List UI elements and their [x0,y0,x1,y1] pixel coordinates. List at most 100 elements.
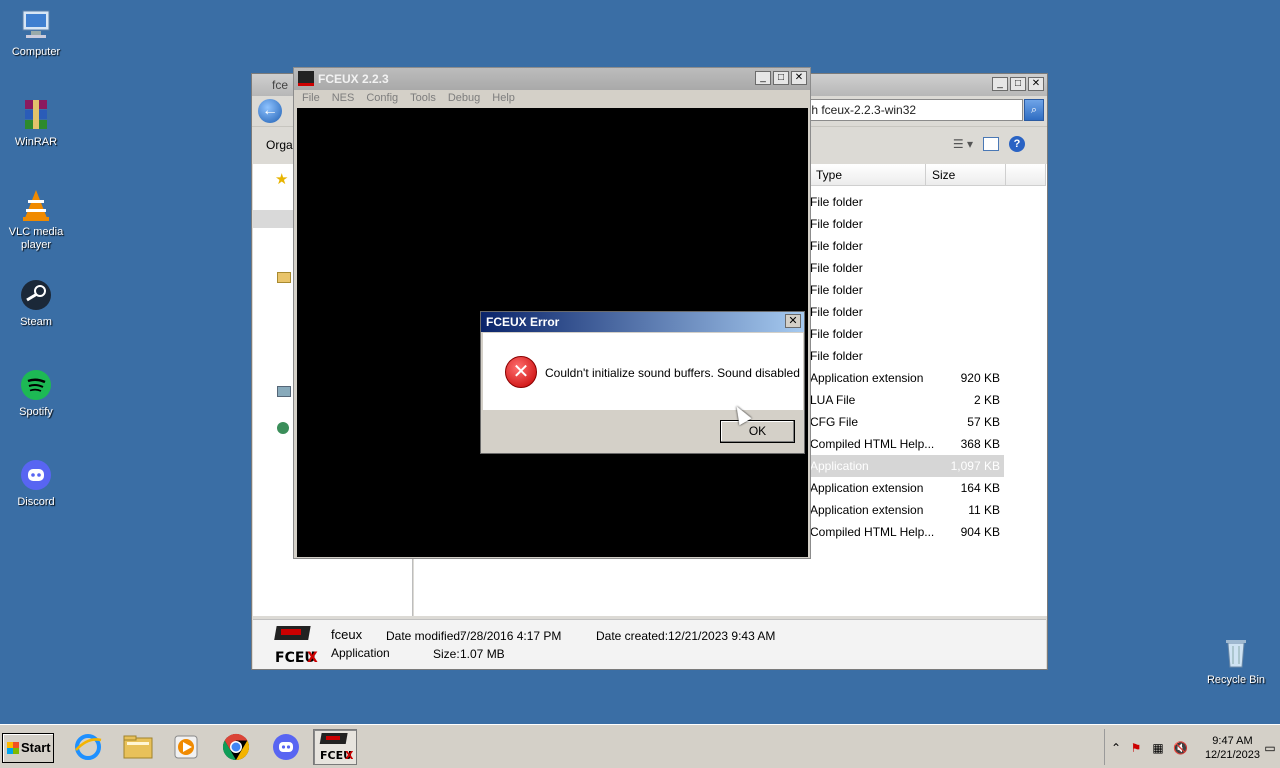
show-desktop-icon[interactable]: ▭ [1263,741,1277,755]
table-row[interactable]: File folder [810,213,1004,235]
dialog-body: ✕ Couldn't initialize sound buffers. Sou… [483,333,803,410]
fceux-title-icon [298,71,314,86]
error-dialog[interactable]: FCEUX Error ✕ ✕ Couldn't initialize soun… [480,311,805,454]
table-row[interactable]: LUA File 2 KB [810,389,1004,411]
close-button[interactable]: ✕ [791,71,807,85]
start-label: Start [21,740,51,755]
table-row[interactable]: File folder [810,257,1004,279]
desktop-icon-spotify[interactable]: Spotify [0,368,72,419]
taskbar: Start FCEU X ⌃ ⚑ ▦ 🔇 9:47 AM 12/21/2023 ▭ [0,724,1280,768]
column-header-size[interactable]: Size [926,164,1006,186]
fceux-title-bar[interactable]: FCEUX 2.2.3 _ □ ✕ [294,68,810,90]
details-file-name: fceux [331,627,363,642]
minimize-button[interactable]: _ [992,77,1008,91]
menu-file[interactable]: File [296,90,326,108]
size-label: Size: [433,647,460,661]
table-row[interactable]: File folder [810,235,1004,257]
fceux-menu-bar: File NES Config Tools Debug Help [294,90,810,108]
help-icon[interactable]: ? [1009,136,1025,152]
fceux-title: FCEUX 2.2.3 [318,72,389,86]
table-row[interactable]: Application extension 164 KB [810,477,1004,499]
view-options-icon[interactable]: ☰ ▾ [953,137,973,151]
search-input[interactable]: earch fceux-2.2.3-win32 [783,99,1023,121]
network-tray-icon[interactable]: ▦ [1151,741,1165,755]
table-row[interactable]: Compiled HTML Help... 368 KB [810,433,1004,455]
table-row[interactable]: CFG File 57 KB [810,411,1004,433]
internet-explorer-icon[interactable] [66,729,110,765]
menu-debug[interactable]: Debug [442,90,486,108]
spotify-icon [19,368,53,402]
favorites-star-icon[interactable]: ★ [275,170,288,188]
table-row[interactable]: File folder [810,279,1004,301]
file-explorer-icon[interactable] [116,729,160,765]
dialog-close-button[interactable]: ✕ [785,314,801,328]
date-created-label: Date created: [596,629,669,643]
network-icon[interactable] [277,422,289,434]
row-type: File folder [810,261,863,275]
ok-button[interactable]: OK [720,420,795,443]
recycle-bin-icon [1219,636,1253,670]
computer-icon [19,8,53,42]
table-row[interactable]: Application extension 11 KB [810,499,1004,521]
table-row[interactable]: File folder [810,323,1004,345]
chrome-icon[interactable] [214,729,258,765]
close-button[interactable]: ✕ [1028,77,1044,91]
windows-logo-icon [7,742,19,754]
computer-nav-icon[interactable] [277,386,291,397]
media-player-icon[interactable] [164,729,208,765]
row-size: 164 KB [960,481,1000,495]
menu-config[interactable]: Config [360,90,404,108]
table-row[interactable]: File folder [810,345,1004,367]
desktop-icon-label: Recycle Bin [1206,674,1266,686]
fceux-icon: FCEU X [273,624,319,666]
desktop-icon-computer[interactable]: Computer [0,8,72,59]
desktop-icon-steam[interactable]: Steam [0,278,72,329]
row-size: 920 KB [960,371,1000,385]
show-hidden-icons-icon[interactable]: ⌃ [1109,741,1123,755]
start-button[interactable]: Start [2,733,54,763]
clock-time: 9:47 AM [1212,735,1253,747]
row-type: Application extension [810,481,924,495]
table-row[interactable]: Compiled HTML Help... 904 KB [810,521,1004,543]
date-created-value: 12/21/2023 9:43 AM [668,629,776,643]
table-row[interactable]: Application extension 920 KB [810,367,1004,389]
dialog-title-bar[interactable]: FCEUX Error ✕ [481,312,804,332]
libraries-icon[interactable] [277,272,291,283]
desktop-icon-winrar[interactable]: WinRAR [0,98,72,149]
discord-taskbar-icon[interactable] [264,729,308,765]
svg-text:X: X [345,749,353,762]
back-arrow-icon[interactable]: ← [258,99,282,123]
desktop-icon-recycle-bin[interactable]: Recycle Bin [1200,636,1272,687]
row-size: 368 KB [960,437,1000,451]
maximize-button[interactable]: □ [773,71,789,85]
dialog-title: FCEUX Error [486,315,560,329]
preview-pane-icon[interactable] [983,137,999,151]
clock[interactable]: 9:47 AM 12/21/2023 [1205,734,1260,762]
date-modified-value: 7/28/2016 4:17 PM [460,629,562,643]
menu-help[interactable]: Help [486,90,521,108]
date-modified-label: Date modified: [386,629,464,643]
minimize-button[interactable]: _ [755,71,771,85]
svg-text:X: X [307,650,318,666]
row-type: Compiled HTML Help... [810,525,935,539]
row-type: Compiled HTML Help... [810,437,935,451]
fceux-taskbar-icon[interactable]: FCEU X [313,729,357,765]
desktop-icon-vlc[interactable]: VLC media player [0,188,72,252]
volume-muted-icon[interactable]: 🔇 [1173,741,1188,755]
desktop-icon-label: Computer [11,46,61,58]
row-type: File folder [810,349,863,363]
table-row[interactable]: File folder [810,191,1004,213]
search-icon[interactable]: ⌕ [1024,99,1044,121]
column-header-type[interactable]: Type [810,164,926,186]
action-center-icon[interactable]: ⚑ [1129,741,1143,755]
table-row[interactable]: Application 1,097 KB [810,455,1004,477]
row-type: File folder [810,305,863,319]
row-type: File folder [810,195,863,209]
maximize-button[interactable]: □ [1010,77,1026,91]
desktop-icon-discord[interactable]: Discord [0,458,72,509]
row-size: 2 KB [973,393,1000,407]
column-header-extra[interactable] [1006,164,1046,186]
table-row[interactable]: File folder [810,301,1004,323]
menu-tools[interactable]: Tools [404,90,442,108]
menu-nes[interactable]: NES [326,90,361,108]
